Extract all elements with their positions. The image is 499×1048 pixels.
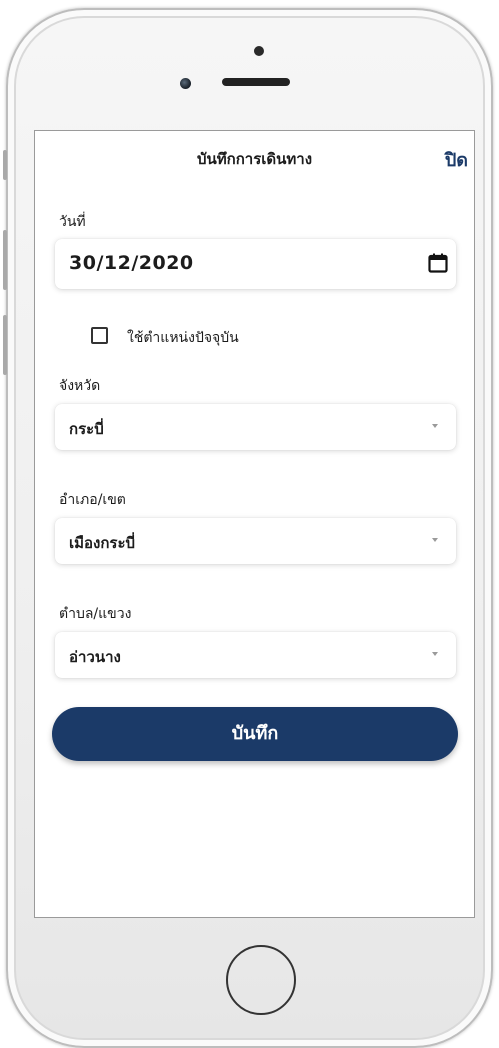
dropdown-arrow-icon: [432, 538, 438, 542]
volume-up-button: [3, 230, 7, 290]
province-select[interactable]: กระบี่: [55, 404, 456, 450]
current-location-label: ใช้ตำแหน่งปัจจุบัน: [127, 330, 239, 346]
proximity-sensor: [254, 46, 264, 56]
date-field[interactable]: 30/12/2020: [55, 239, 456, 289]
current-location-checkbox[interactable]: [91, 327, 108, 344]
subdistrict-select[interactable]: อ่าวนาง: [55, 632, 456, 678]
mute-switch: [3, 150, 7, 180]
province-label: จังหวัด: [59, 378, 101, 394]
district-select[interactable]: เมืองกระบี่: [55, 518, 456, 564]
calendar-icon[interactable]: [428, 253, 448, 273]
close-button[interactable]: ปิด: [445, 145, 468, 174]
date-label: วันที่: [59, 214, 86, 230]
app-screen: บันทึกการเดินทาง ปิด วันที่ 30/12/2020 ใ…: [34, 130, 475, 918]
date-value: 30/12/2020: [69, 252, 194, 274]
district-value: เมืองกระบี่: [69, 534, 136, 552]
save-button[interactable]: บันทึก: [52, 707, 458, 761]
volume-down-button: [3, 315, 7, 375]
page-title: บันทึกการเดินทาง: [196, 150, 313, 168]
home-button[interactable]: [226, 945, 296, 1015]
subdistrict-value: อ่าวนาง: [69, 648, 121, 666]
dropdown-arrow-icon: [432, 652, 438, 656]
subdistrict-label: ตำบล/แขวง: [59, 606, 132, 622]
earpiece-speaker: [222, 78, 290, 86]
dropdown-arrow-icon: [432, 424, 438, 428]
district-label: อำเภอ/เขต: [59, 492, 126, 508]
province-value: กระบี่: [69, 420, 104, 438]
front-camera: [180, 78, 191, 89]
